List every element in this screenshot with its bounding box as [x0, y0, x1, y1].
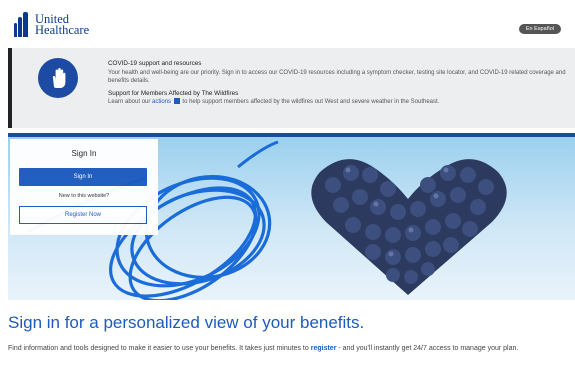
- alert-title: COVID-19 support and resources: [108, 60, 202, 67]
- actions-link[interactable]: actions: [152, 99, 171, 105]
- alert-text: Your health and well-being are our prior…: [108, 69, 566, 85]
- external-link-icon[interactable]: [173, 98, 180, 105]
- sign-in-heading: Sign In: [71, 149, 97, 158]
- unitedhealthcare-logo[interactable]: United Healthcare: [14, 12, 89, 37]
- logo-mark-icon: [14, 12, 30, 37]
- site-header: United Healthcare En Español: [0, 0, 575, 48]
- covid-alert-banner: COVID-19 support and resources Your heal…: [8, 48, 575, 128]
- register-now-button[interactable]: Register Now: [19, 206, 147, 224]
- alert-accent-bar: [8, 48, 12, 128]
- register-link[interactable]: register: [311, 345, 337, 352]
- new-to-website-text: New to this website?: [58, 193, 110, 199]
- blueberry-heart-image: [311, 159, 507, 295]
- alert-title-wildfires: Support for Members Affected by The Wild…: [108, 89, 239, 97]
- language-toggle-button[interactable]: En Español: [518, 24, 561, 34]
- sign-in-button[interactable]: Sign In: [19, 168, 147, 186]
- hand-icon: [38, 58, 78, 98]
- page-headline: Sign in for a personalized view of your …: [8, 313, 365, 332]
- intro-paragraph: Find information and tools designed to m…: [8, 345, 519, 352]
- alert-text-wildfires: Learn about our actions to help support …: [108, 98, 440, 105]
- logo-text-line2: Healthcare: [35, 22, 90, 37]
- sign-in-card: Sign In Sign In New to this website? Reg…: [10, 139, 158, 235]
